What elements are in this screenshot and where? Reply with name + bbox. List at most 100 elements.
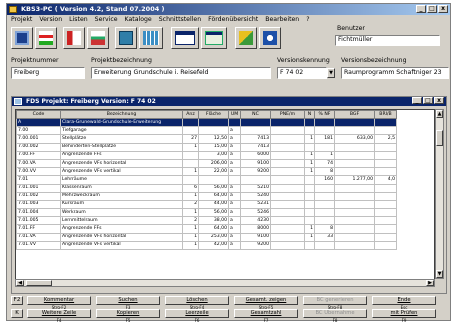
table-cell[interactable]: 64,00 xyxy=(198,191,229,201)
table-cell[interactable]: 5240 xyxy=(240,191,271,201)
column-header[interactable]: BGF xyxy=(334,110,375,119)
menu-kataloge[interactable]: Kataloge xyxy=(125,15,152,25)
document-color-icon[interactable] xyxy=(87,27,109,49)
table-cell[interactable] xyxy=(182,175,199,185)
table-cell[interactable] xyxy=(270,117,305,128)
table-cell[interactable] xyxy=(270,175,305,185)
minimize-button[interactable]: _ xyxy=(416,5,426,13)
table-cell[interactable]: 6000 xyxy=(240,150,271,160)
table-cell[interactable] xyxy=(270,142,305,152)
table-cell[interactable] xyxy=(270,134,305,144)
table-cell[interactable]: 1 xyxy=(304,224,315,234)
table-cell[interactable] xyxy=(304,199,315,210)
tools-icon[interactable] xyxy=(235,27,257,49)
table-cell[interactable] xyxy=(334,224,375,234)
window-icon[interactable] xyxy=(171,27,199,49)
table-cell[interactable]: 5246 xyxy=(240,208,271,218)
table-row[interactable]: 7.01.005 Lernmittelraum 2 38,00 a 4230 xyxy=(16,216,397,226)
table-cell[interactable] xyxy=(374,158,397,169)
table-cell[interactable]: 2,5 xyxy=(374,134,397,144)
table-cell[interactable]: 33 xyxy=(314,232,335,242)
table-row[interactable]: 7.00.001 Stellplätze 27 12,50 a 7413 1 181 633,0… xyxy=(16,134,397,144)
table-cell[interactable]: 64,00 xyxy=(198,224,229,234)
table-cell[interactable]: 2 xyxy=(182,199,199,210)
table-cell[interactable]: 181 xyxy=(314,134,335,144)
table-cell[interactable]: 1 xyxy=(304,150,315,160)
table-cell[interactable]: Tiefgarage xyxy=(60,126,183,136)
version-name-field[interactable]: Raumprogramm Schaftniger 23 xyxy=(341,67,449,79)
table-cell[interactable]: 7.00.FF xyxy=(16,150,61,160)
fkey-button[interactable]: BC generieren xyxy=(303,296,367,305)
scroll-up-arrow-icon[interactable]: ▲ xyxy=(436,110,443,118)
table-cell[interactable]: 7413 xyxy=(240,142,271,152)
column-header[interactable]: NC xyxy=(240,110,271,119)
fkey-button[interactable]: Löschen xyxy=(165,296,229,305)
project-window-close-button[interactable]: x xyxy=(434,97,444,104)
table-cell[interactable]: a xyxy=(228,126,241,136)
maximize-button[interactable]: □ xyxy=(427,5,437,13)
table-cell[interactable] xyxy=(374,142,397,152)
table-cell[interactable] xyxy=(270,232,305,242)
table-cell[interactable]: Lehrräume xyxy=(60,175,183,185)
table-cell[interactable]: 7.01.VV xyxy=(16,240,61,251)
table-cell[interactable]: 206,00 xyxy=(198,158,229,169)
table-cell[interactable] xyxy=(334,191,375,201)
table-cell[interactable]: 7413 xyxy=(240,134,271,144)
table-row[interactable]: 7.01.002 Mehrzweckraum 1 64,00 a 5240 xyxy=(16,191,397,201)
table-cell[interactable] xyxy=(240,126,271,136)
table-cell[interactable]: 1 xyxy=(182,167,199,177)
table-cell[interactable] xyxy=(304,142,315,152)
vertical-scroll-thumb[interactable] xyxy=(436,130,443,146)
table-cell[interactable]: 9200 xyxy=(240,167,271,177)
table-cell[interactable] xyxy=(198,175,229,185)
table-cell[interactable] xyxy=(240,175,271,185)
table-cell[interactable]: a xyxy=(228,191,241,201)
table-cell[interactable]: 56,00 xyxy=(198,208,229,218)
close-button[interactable]: x xyxy=(438,5,448,13)
table-cell[interactable]: 5231 xyxy=(240,199,271,210)
table-cell[interactable] xyxy=(270,158,305,169)
table-row[interactable]: 7.01.004 Werkraum 1 56,00 a 5246 xyxy=(16,208,397,218)
catalog-icon[interactable] xyxy=(115,27,137,49)
fkey-button[interactable]: Gesamt. zeigen xyxy=(234,296,298,305)
table-row[interactable]: 7.00.VV Angrenzende VFs vertikal 1 22,00 a 92… xyxy=(16,167,397,177)
table-cell[interactable] xyxy=(182,117,199,128)
menu-service[interactable]: Service xyxy=(95,15,118,25)
table-cell[interactable]: 8 xyxy=(314,224,335,234)
column-header[interactable]: % NF xyxy=(314,110,335,119)
menu-schnittstellen[interactable]: Schnittstellen xyxy=(159,15,201,25)
table-cell[interactable] xyxy=(374,199,397,210)
table-cell[interactable]: 22,00 xyxy=(198,167,229,177)
table-cell[interactable]: 1 xyxy=(304,158,315,169)
project-window-minimize-button[interactable]: _ xyxy=(412,97,422,104)
table-cell[interactable]: 8000 xyxy=(240,224,271,234)
table-cell[interactable] xyxy=(270,183,305,193)
table-cell[interactable]: 1 xyxy=(182,232,199,242)
table-cell[interactable] xyxy=(334,208,375,218)
table-cell[interactable] xyxy=(304,183,315,193)
table-cell[interactable]: a xyxy=(228,167,241,177)
table-cell[interactable] xyxy=(198,126,229,136)
fkey-button[interactable]: Weitere Zeile xyxy=(27,309,91,318)
table-cell[interactable] xyxy=(270,240,305,251)
table-row[interactable]: 7.01.VV Angrenzende VFs vertikal 1 42,00 a 92… xyxy=(16,240,397,251)
table-cell[interactable]: 1 xyxy=(182,191,199,201)
table-cell[interactable] xyxy=(334,240,375,251)
table-cell[interactable]: 8 xyxy=(314,167,335,177)
table-cell[interactable]: a xyxy=(228,150,241,160)
table-row[interactable]: 7.01 Lehrräume 160 1.277,00 4,0 xyxy=(16,175,397,185)
column-header[interactable]: Fläche xyxy=(198,110,229,119)
table-cell[interactable] xyxy=(374,208,397,218)
table-cell[interactable]: a xyxy=(228,216,241,226)
table-cell[interactable] xyxy=(374,126,397,136)
table-cell[interactable] xyxy=(314,117,335,128)
version-field[interactable]: F 74 02 xyxy=(277,67,327,79)
table-cell[interactable]: 1 xyxy=(304,167,315,177)
table-cell[interactable]: 4230 xyxy=(240,216,271,226)
table-cell[interactable] xyxy=(334,117,375,128)
catalog-grid-icon[interactable] xyxy=(139,27,163,49)
scroll-right-arrow-icon[interactable]: ▶ xyxy=(426,280,434,286)
table-cell[interactable]: 1 xyxy=(304,232,315,242)
table-cell[interactable]: a xyxy=(228,224,241,234)
fkey-button[interactable]: Ende xyxy=(372,296,436,305)
